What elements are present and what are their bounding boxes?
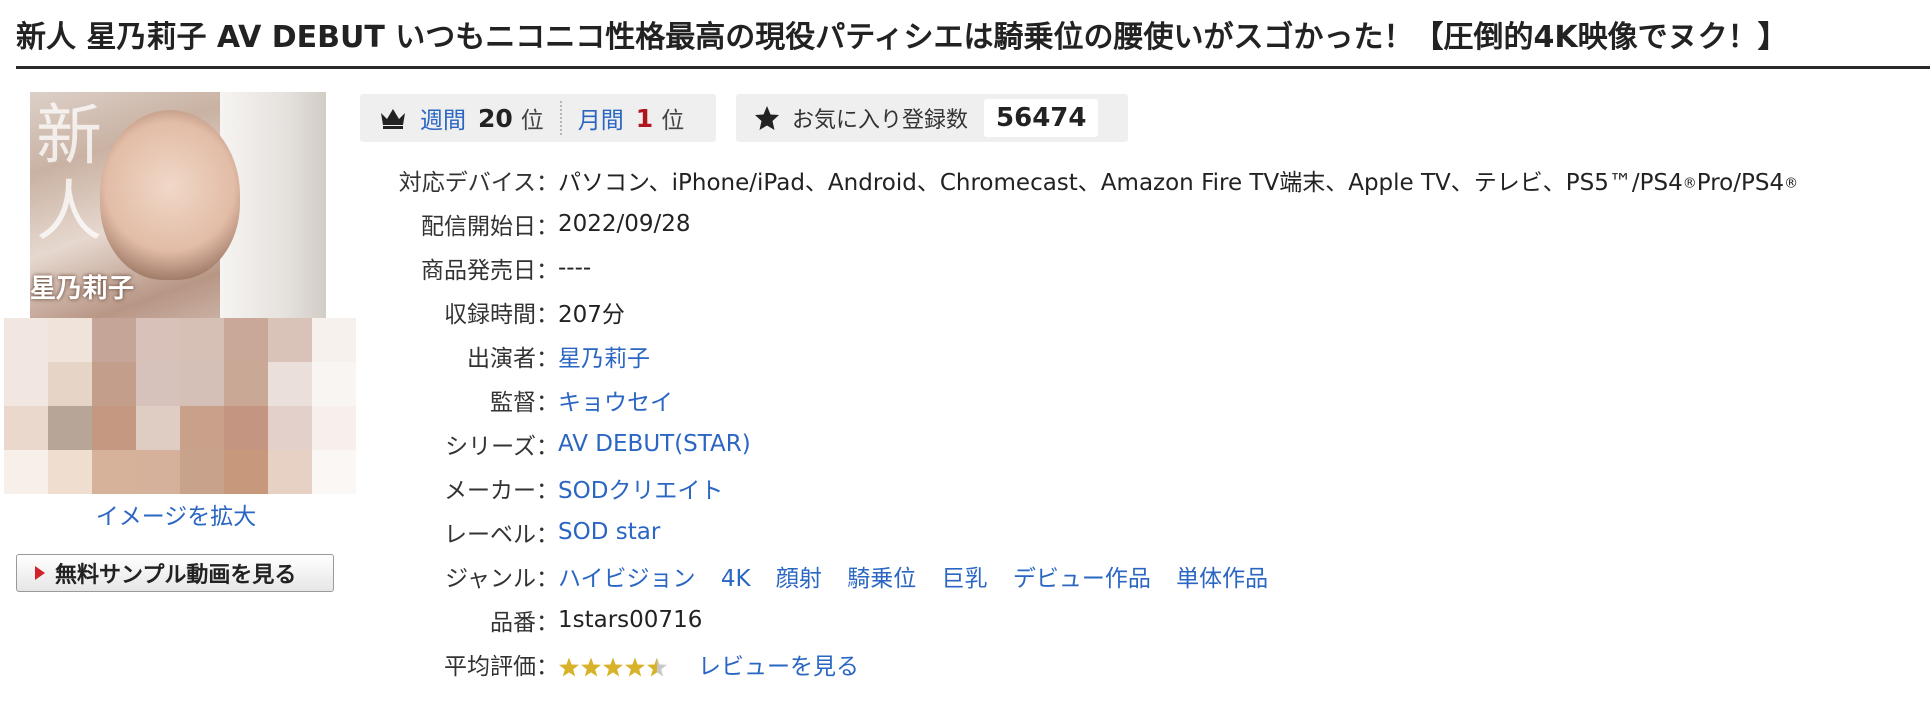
cover-photo[interactable]: 新人 星乃莉子	[30, 92, 326, 318]
cover-face	[100, 110, 240, 280]
devices-label: 対応デバイス	[398, 170, 536, 196]
sale-date-label: 商品発売日	[421, 258, 536, 284]
favorite-label: お気に入り登録数	[792, 108, 969, 133]
sale-date-value: ----	[558, 255, 592, 281]
devices-list: パソコン、iPhone/iPad、Android、Chromecast、Amaz…	[558, 170, 1683, 196]
info-row-rating: 平均評価 ： レビューを見る	[360, 642, 1920, 686]
genre-tag[interactable]: 騎乗位	[847, 566, 916, 592]
label-link[interactable]: SOD star	[558, 519, 660, 545]
sample-button-label: 無料サンプル動画を見る	[55, 563, 297, 588]
page-title: 新人 星乃莉子 AV DEBUT いつもニコニコ性格最高の現役パティシエは騎乗位…	[16, 20, 1788, 55]
rating-value: レビューを見る	[558, 647, 859, 681]
rating-star	[603, 657, 623, 676]
review-link[interactable]: レビューを見る	[698, 654, 859, 680]
monthly-rank-unit: 位	[661, 108, 685, 134]
info-row-duration: 収録時間 ： 207分	[360, 290, 1920, 334]
genre-tag[interactable]: 顔射	[776, 566, 822, 592]
play-icon	[35, 566, 45, 580]
colon: ：	[536, 170, 559, 196]
colon: ：	[536, 434, 559, 460]
rating-star	[647, 657, 667, 676]
rating-label: 平均評価	[444, 654, 536, 680]
colon: ：	[536, 610, 559, 636]
info-row-devices: 対応デバイス ： パソコン、iPhone/iPad、Android、Chrome…	[360, 158, 1920, 202]
monthly-rank-value: 1	[635, 103, 654, 133]
series-link[interactable]: AV DEBUT(STAR)	[558, 431, 751, 457]
info-row-label: レーベル ： SOD star	[360, 510, 1920, 554]
actress-label: 出演者	[467, 346, 536, 372]
colon: ：	[536, 654, 559, 680]
rating-stars-icon	[559, 657, 667, 676]
product-info-table: 対応デバイス ： パソコン、iPhone/iPad、Android、Chrome…	[360, 158, 1920, 686]
cover-image[interactable]: 新人 星乃莉子	[4, 92, 356, 494]
ranking-box: 週間 20 位 月間 1 位	[360, 94, 716, 142]
genre-tag[interactable]: 4K	[721, 566, 751, 592]
director-link[interactable]: キョウセイ	[558, 383, 673, 417]
colon: ：	[536, 390, 559, 416]
free-sample-button[interactable]: 無料サンプル動画を見る	[16, 554, 334, 592]
maker-link[interactable]: SODクリエイト	[558, 471, 723, 505]
maker-label: メーカー	[444, 478, 536, 504]
favorite-box[interactable]: お気に入り登録数 56474	[736, 94, 1128, 142]
genre-tag[interactable]: デビュー作品	[1013, 566, 1151, 592]
registered-mark: ®	[1682, 175, 1697, 192]
rank-separator	[559, 101, 562, 135]
info-row-series: シリーズ ： AV DEBUT(STAR)	[360, 422, 1920, 466]
info-row-product-id: 品番 ： 1stars00716	[360, 598, 1920, 642]
rating-star	[559, 657, 579, 676]
colon: ：	[536, 346, 559, 372]
cover-mosaic	[4, 318, 356, 494]
actress-link[interactable]: 星乃莉子	[558, 339, 650, 373]
product-id-label: 品番	[490, 610, 536, 636]
series-label: シリーズ	[445, 434, 536, 460]
weekly-rank-value: 20	[478, 103, 513, 133]
info-row-maker: メーカー ： SODクリエイト	[360, 466, 1920, 510]
info-row-release-date: 配信開始日 ： 2022/09/28	[360, 202, 1920, 246]
duration-label: 収録時間	[444, 302, 536, 328]
duration-value: 207分	[558, 302, 625, 328]
colon: ：	[536, 522, 559, 548]
star-icon	[755, 106, 779, 130]
weekly-rank-unit: 位	[520, 108, 544, 134]
crown-icon	[381, 109, 405, 129]
colon: ：	[536, 258, 559, 284]
weekly-rank-link[interactable]: 週間	[420, 101, 466, 135]
genre-tag[interactable]: 巨乳	[942, 566, 988, 592]
colon: ：	[536, 214, 559, 240]
director-label: 監督	[490, 390, 536, 416]
devices-ps4-pro: Pro/PS4	[1696, 170, 1785, 196]
genre-tag[interactable]: ハイビジョン	[558, 566, 696, 592]
enlarge-image-link[interactable]: イメージを拡大	[0, 500, 352, 534]
devices-value: パソコン、iPhone/iPad、Android、Chromecast、Amaz…	[558, 163, 1798, 197]
info-row-director: 監督 ： キョウセイ	[360, 378, 1920, 422]
monthly-rank-link[interactable]: 月間	[578, 101, 624, 135]
colon: ：	[536, 566, 559, 592]
info-row-genre: ジャンル ： ハイビジョン 4K 顔射 騎乗位 巨乳 デビュー作品 単体作品	[360, 554, 1920, 598]
info-row-sale-date: 商品発売日 ： ----	[360, 246, 1920, 290]
label-label: レーベル	[444, 522, 536, 548]
cover-kanji: 新人	[36, 97, 102, 250]
colon: ：	[536, 302, 559, 328]
release-date-label: 配信開始日	[421, 214, 536, 240]
product-id-value: 1stars00716	[558, 607, 703, 633]
genre-tag[interactable]: 単体作品	[1176, 566, 1268, 592]
genre-label: ジャンル	[445, 566, 536, 592]
favorite-count: 56474	[984, 99, 1099, 137]
release-date-value: 2022/09/28	[558, 211, 691, 237]
colon: ：	[536, 478, 559, 504]
rating-star	[625, 657, 645, 676]
cover-name: 星乃莉子	[30, 274, 135, 304]
rating-star	[581, 657, 601, 676]
info-row-actress: 出演者 ： 星乃莉子	[360, 334, 1920, 378]
genre-list: ハイビジョン 4K 顔射 騎乗位 巨乳 デビュー作品 単体作品	[558, 559, 1286, 593]
registered-mark: ®	[1784, 175, 1799, 192]
title-divider	[16, 66, 1930, 69]
